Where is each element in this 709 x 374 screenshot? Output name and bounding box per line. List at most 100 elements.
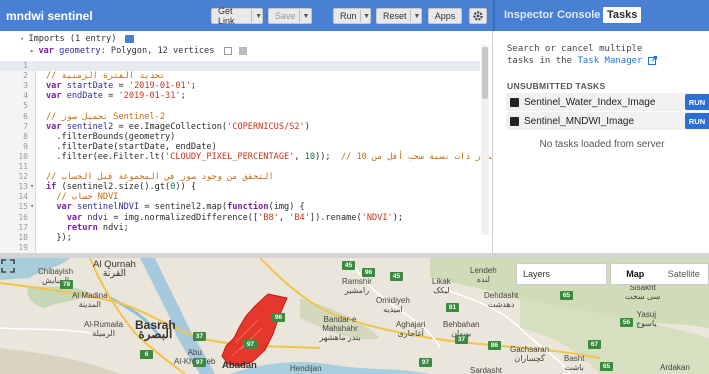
map-label: Omidiyeh امیدیه bbox=[376, 296, 410, 314]
tab-console[interactable]: Console bbox=[557, 9, 600, 21]
run-task-button[interactable]: RUN bbox=[685, 94, 709, 110]
code-line[interactable]: 18 }); bbox=[0, 233, 480, 243]
imports-header-text: Imports (1 entry) bbox=[28, 34, 117, 44]
map-label: Basht باشت bbox=[564, 354, 584, 372]
right-panel-tabs: Inspector Console Tasks bbox=[493, 0, 709, 31]
code-token: 'CLOUDY_PIXEL_PERCENTAGE' bbox=[165, 151, 295, 162]
task-name: Sentinel_Water_Index_Image bbox=[524, 96, 656, 108]
code-line[interactable]: 2 // تحديد الفترة الزمنية bbox=[0, 71, 480, 81]
road-shield: 81 bbox=[446, 303, 459, 312]
code-token: ); bbox=[392, 212, 404, 223]
map-type-map-button[interactable]: Map bbox=[611, 264, 660, 284]
tasks-description-line2: tasks in the bbox=[507, 56, 578, 66]
map-view[interactable]: Al Qurnah القرنة Chibayish الجبايش Al Madi… bbox=[0, 258, 709, 374]
reset-button[interactable]: Reset ▼ bbox=[376, 8, 422, 24]
code-token: = img.normalizedDifference([ bbox=[108, 212, 259, 223]
code-text: .filterBounds(geometry) bbox=[46, 132, 175, 142]
delete-icon[interactable] bbox=[238, 46, 247, 55]
road-shield: 37 bbox=[455, 335, 468, 344]
code-token: var bbox=[46, 121, 62, 132]
map-label-arabic: آغاجاری bbox=[397, 329, 424, 338]
code-token: '2019-01-31' bbox=[118, 91, 181, 102]
chevron-down-icon[interactable]: ▼ bbox=[255, 13, 262, 20]
import-name: geometry bbox=[59, 46, 101, 56]
code-token: .filter(ee.Filter.lt( bbox=[46, 151, 165, 162]
layers-button[interactable]: Layers bbox=[516, 263, 607, 285]
code-line[interactable]: 9 .filterDate(startDate, endDate) bbox=[0, 142, 480, 152]
save-button[interactable]: Save ▼ bbox=[268, 8, 312, 24]
code-line[interactable]: 16 var ndvi = img.normalizedDifference([… bbox=[0, 213, 480, 223]
chevron-down-icon[interactable]: ▼ bbox=[363, 13, 370, 20]
code-text: return ndvi; bbox=[46, 223, 129, 233]
line-number: 16 bbox=[18, 212, 28, 222]
tab-tasks[interactable]: Tasks bbox=[603, 7, 642, 23]
code-line[interactable]: 4 var endDate = '2019-01-31'; bbox=[0, 91, 480, 101]
map-label-text: Abadan bbox=[222, 360, 257, 371]
save-label: Save bbox=[275, 11, 296, 21]
code-token: function bbox=[227, 202, 269, 213]
code-token: var bbox=[46, 81, 62, 92]
code-token: ) bbox=[304, 121, 310, 132]
chevron-down-icon[interactable]: ▼ bbox=[414, 13, 421, 20]
apps-button[interactable]: Apps bbox=[428, 8, 462, 24]
code-line[interactable]: 19 bbox=[0, 243, 480, 253]
code-token: // التحقق من وجود صور في المجموعة قبل ال… bbox=[46, 172, 274, 183]
editor-scrollbar[interactable] bbox=[481, 45, 489, 235]
code-token: 10 bbox=[304, 151, 316, 162]
gear-icon[interactable] bbox=[469, 8, 487, 24]
chevron-down-icon[interactable]: ▼ bbox=[303, 13, 310, 20]
code-line[interactable]: 14 // حساب NDVI bbox=[0, 192, 480, 202]
code-token: var bbox=[46, 202, 72, 213]
fold-caret-icon[interactable]: ▾ bbox=[30, 182, 34, 190]
code-editor[interactable]: ▾ Imports (1 entry) ▸ var geometry: Poly… bbox=[0, 31, 493, 253]
code-line[interactable]: 3 var startDate = '2019-01-01'; bbox=[0, 81, 480, 91]
code-line[interactable]: 5 bbox=[0, 101, 480, 111]
code-text: var endDate = '2019-01-31'; bbox=[46, 91, 186, 101]
code-token: = ee.ImageCollection( bbox=[113, 121, 228, 132]
code-line[interactable]: 12 // التحقق من وجود صور في المجموعة قبل … bbox=[0, 172, 480, 182]
tab-inspector[interactable]: Inspector bbox=[504, 9, 554, 21]
code-line[interactable]: 8 .filterBounds(geometry) bbox=[0, 132, 480, 142]
imports-section: ▾ Imports (1 entry) ▸ var geometry: Poly… bbox=[0, 31, 480, 61]
scrollbar-thumb[interactable] bbox=[482, 47, 488, 99]
code-token: )); bbox=[315, 151, 341, 162]
code-token: ndvi bbox=[82, 212, 109, 223]
code-line[interactable]: 15 ▾ var sentinelNDVI = sentinel2.map(fun… bbox=[0, 202, 480, 212]
task-manager-link[interactable]: Task Manager bbox=[577, 56, 642, 66]
run-button[interactable]: Run ▼ bbox=[333, 8, 371, 24]
map-label: Gachsaran گچساران bbox=[510, 345, 549, 363]
fullscreen-icon[interactable] bbox=[0, 258, 16, 274]
code-line[interactable]: 1 bbox=[0, 61, 480, 71]
code-line[interactable]: 11 bbox=[0, 162, 480, 172]
get-link-button[interactable]: Get Link ▼ bbox=[211, 6, 263, 26]
code-token: ]).rename( bbox=[309, 212, 362, 223]
run-task-button[interactable]: RUN bbox=[685, 113, 709, 129]
import-geometry[interactable]: ▸ var geometry: Polygon, 12 vertices bbox=[30, 46, 247, 56]
code-line[interactable]: 13 ▾ if (sentinel2.size().gt(0)) { bbox=[0, 182, 480, 192]
code-text: var ndvi = img.normalizedDifference(['B8… bbox=[46, 213, 403, 223]
code-text: .filterDate(startDate, endDate) bbox=[46, 142, 216, 152]
map-label-text: Al Madina bbox=[72, 291, 108, 300]
imports-header[interactable]: ▾ Imports (1 entry) bbox=[20, 34, 134, 44]
map-label: Dehdasht دهدشت bbox=[484, 291, 518, 309]
code-line[interactable]: 7 var sentinel2 = ee.ImageCollection('COP… bbox=[0, 122, 480, 132]
map-label: Sisakht سی سخت bbox=[625, 283, 660, 301]
earth-engine-code-editor: mndwi sentinel Get Link ▼ Save ▼ Run ▼ Rese… bbox=[0, 0, 709, 374]
list-icon[interactable] bbox=[124, 34, 134, 43]
code-line[interactable]: 6 // تحميل صور Sentinel-2 bbox=[0, 112, 480, 122]
map-label-arabic: الرميلة bbox=[92, 329, 115, 338]
code-line[interactable]: 10 .filter(ee.Filter.lt('CLOUDY_PIXEL_PE… bbox=[0, 151, 492, 162]
code-line[interactable]: 17 return ndvi; bbox=[0, 223, 480, 233]
map-label-arabic: امیدیه bbox=[383, 305, 403, 314]
code-token: // حساب NDVI bbox=[46, 192, 119, 203]
run-label: Run bbox=[340, 11, 357, 21]
fold-caret-icon[interactable]: ▾ bbox=[30, 202, 34, 210]
road-shield: 96 bbox=[362, 268, 375, 277]
map-label-arabic: سی سخت bbox=[625, 292, 661, 301]
tasks-description-line1: Search or cancel multiple bbox=[507, 44, 643, 54]
map-type-satellite-button[interactable]: Satellite bbox=[660, 264, 709, 284]
line-number: 10 bbox=[18, 151, 28, 161]
external-link-icon[interactable] bbox=[647, 56, 657, 65]
code-token: (img) { bbox=[268, 202, 305, 213]
copy-icon[interactable] bbox=[223, 46, 232, 55]
